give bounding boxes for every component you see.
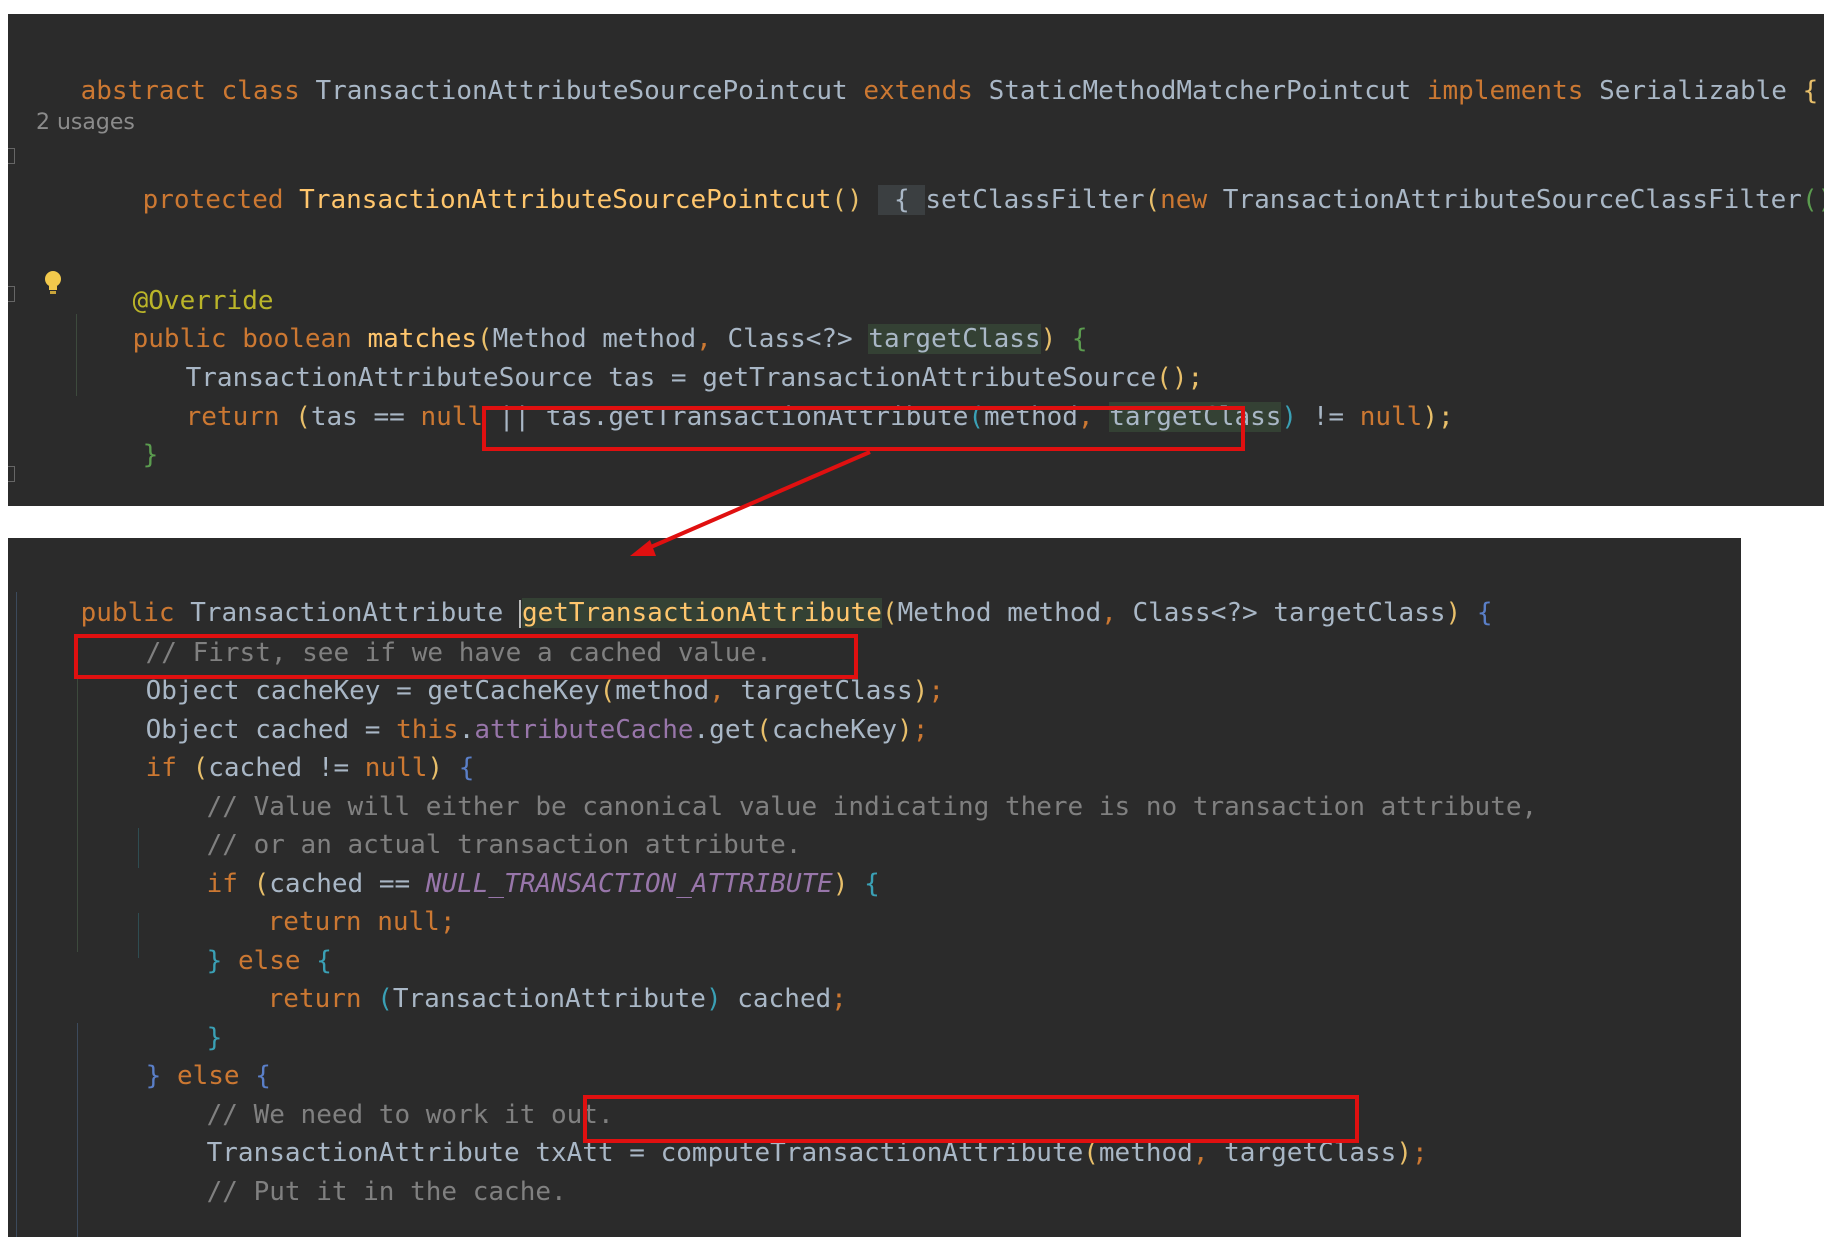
method-call: setClassFilter xyxy=(925,185,1145,215)
folded-brace-open[interactable]: { xyxy=(878,185,926,215)
keyword-protected: protected xyxy=(142,185,284,215)
paren: ( xyxy=(1144,185,1161,215)
code-line-method-decl[interactable]: public TransactionAttribute getTransacti… xyxy=(8,546,1741,628)
highlight-box-call xyxy=(482,406,1245,451)
highlight-box-compute xyxy=(583,1095,1359,1143)
close-brace: } xyxy=(142,440,159,470)
top-code-editor[interactable]: abstract class TransactionAttributeSourc… xyxy=(8,14,1824,506)
code-line-class-decl[interactable]: abstract class TransactionAttributeSourc… xyxy=(8,24,1824,106)
parens: () xyxy=(1801,185,1824,215)
keyword-new: new xyxy=(1160,185,1208,215)
highlight-box-cachekey xyxy=(74,634,858,679)
bottom-code-editor[interactable]: public TransactionAttribute getTransacti… xyxy=(8,538,1741,1237)
class-ref: TransactionAttributeSourceClassFilter xyxy=(1222,185,1802,215)
constructor-name: TransactionAttributeSourcePointcut xyxy=(299,185,832,215)
parens: () xyxy=(831,185,863,215)
comment: // Put it in the cache. xyxy=(206,1177,567,1207)
code-line-constructor[interactable]: protected TransactionAttributeSourcePoin… xyxy=(8,133,1824,215)
open-brace: { xyxy=(894,185,910,215)
